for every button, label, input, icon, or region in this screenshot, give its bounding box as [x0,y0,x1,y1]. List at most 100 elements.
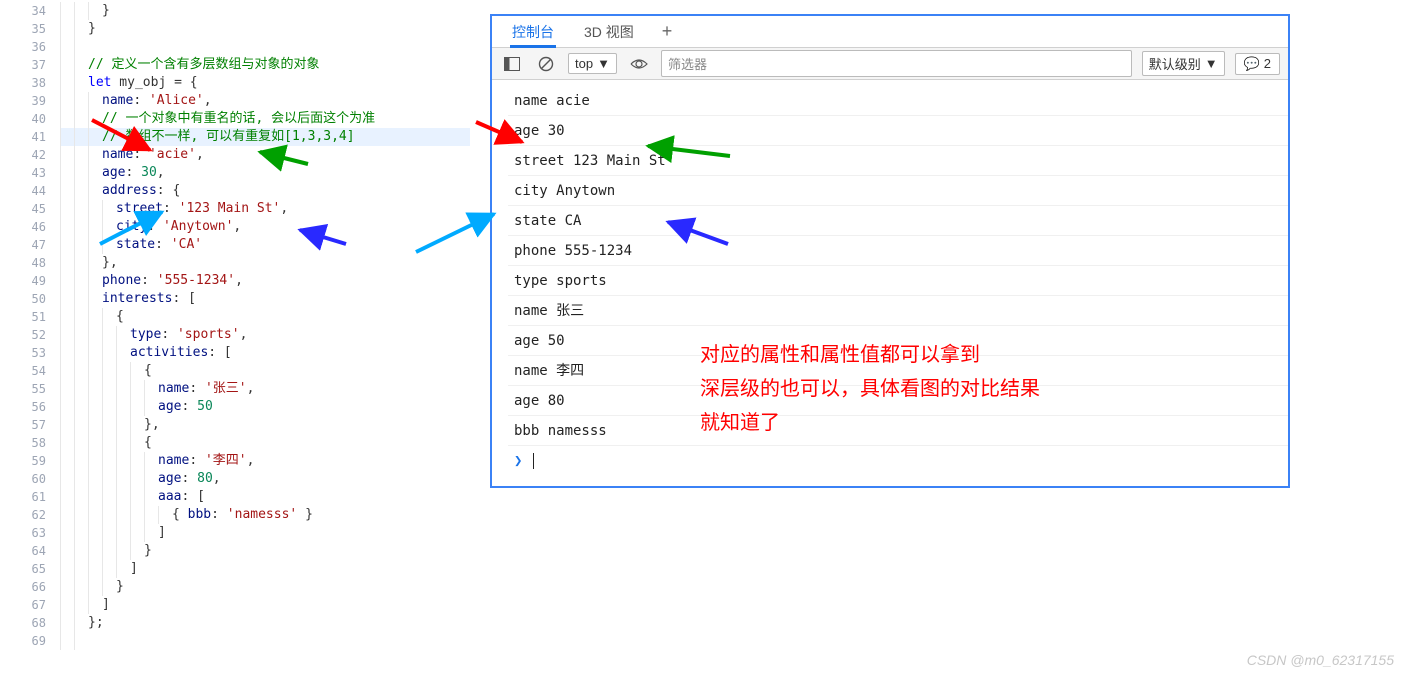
console-log-row[interactable]: state CA [508,206,1288,236]
code-line[interactable]: aaa: [ [60,488,470,506]
devtools-tabs: 控制台 3D 视图 + [492,16,1288,48]
line-number: 54 [0,362,60,380]
console-prompt[interactable] [508,446,1288,476]
code-line[interactable]: phone: '555-1234', [60,272,470,290]
line-number: 47 [0,236,60,254]
code-line[interactable]: address: { [60,182,470,200]
code-line[interactable]: { [60,308,470,326]
code-editor[interactable]: 3435363738394041424344454647484950515253… [0,0,470,660]
watermark: CSDN @m0_62317155 [1247,652,1394,668]
console-log-row[interactable]: phone 555-1234 [508,236,1288,266]
console-log-output[interactable]: name acieage 30street 123 Main Stcity An… [492,80,1288,486]
code-line[interactable]: age: 80, [60,470,470,488]
console-log-row[interactable]: street 123 Main St [508,146,1288,176]
console-log-row[interactable]: type sports [508,266,1288,296]
line-number-gutter: 3435363738394041424344454647484950515253… [0,0,60,650]
issues-badge[interactable]: 💬 2 [1235,53,1280,75]
line-number: 40 [0,110,60,128]
line-number: 42 [0,146,60,164]
line-number: 55 [0,380,60,398]
context-select[interactable]: top ▼ [568,53,617,74]
line-number: 68 [0,614,60,632]
line-number: 59 [0,452,60,470]
code-line[interactable]: } [60,2,470,20]
code-line[interactable]: } [60,578,470,596]
code-line[interactable]: ] [60,596,470,614]
code-line[interactable]: }; [60,614,470,632]
code-line[interactable]: type: 'sports', [60,326,470,344]
sidebar-toggle-icon[interactable] [500,53,524,75]
code-line[interactable]: age: 30, [60,164,470,182]
line-number: 34 [0,2,60,20]
code-line[interactable]: } [60,542,470,560]
code-line[interactable]: age: 50 [60,398,470,416]
code-area[interactable]: }}// 定义一个含有多层数组与对象的对象let my_obj = {name:… [60,0,470,650]
code-line[interactable]: activities: [ [60,344,470,362]
code-line[interactable]: state: 'CA' [60,236,470,254]
code-line[interactable]: let my_obj = { [60,74,470,92]
log-level-label: 默认级别 [1149,54,1201,73]
console-log-row[interactable]: age 50 [508,326,1288,356]
console-log-row[interactable]: city Anytown [508,176,1288,206]
devtools-toolbar: top ▼ 筛选器 默认级别 ▼ 💬 2 [492,48,1288,80]
code-line[interactable]: }, [60,254,470,272]
line-number: 39 [0,92,60,110]
line-number: 63 [0,524,60,542]
issues-count: 2 [1264,56,1271,71]
code-line[interactable]: city: 'Anytown', [60,218,470,236]
log-level-select[interactable]: 默认级别 ▼ [1142,51,1225,76]
console-log-row[interactable]: name 李四 [508,356,1288,386]
code-line[interactable]: ] [60,524,470,542]
line-number: 61 [0,488,60,506]
line-number: 41 [0,128,60,146]
console-log-row[interactable]: name acie [508,86,1288,116]
console-log-row[interactable]: age 80 [508,386,1288,416]
line-number: 37 [0,56,60,74]
code-line[interactable]: name: '李四', [60,452,470,470]
line-number: 53 [0,344,60,362]
code-line[interactable] [60,38,470,56]
clear-console-icon[interactable] [534,53,558,75]
line-number: 50 [0,290,60,308]
line-number: 56 [0,398,60,416]
filter-input[interactable]: 筛选器 [661,50,1132,77]
code-line[interactable]: { [60,434,470,452]
live-expression-icon[interactable] [627,53,651,75]
code-line[interactable]: ] [60,560,470,578]
code-line[interactable]: // 一个对象中有重名的话, 会以后面这个为准 [60,110,470,128]
console-log-row[interactable]: bbb namesss [508,416,1288,446]
line-number: 45 [0,200,60,218]
code-line[interactable] [60,632,470,650]
line-number: 69 [0,632,60,650]
line-number: 66 [0,578,60,596]
code-line[interactable]: interests: [ [60,290,470,308]
message-icon: 💬 [1244,56,1260,72]
line-number: 46 [0,218,60,236]
line-number: 35 [0,20,60,38]
code-line[interactable]: }, [60,416,470,434]
devtools-panel: 控制台 3D 视图 + top ▼ 筛选器 默认级别 ▼ 💬 2 name ac… [490,14,1290,488]
code-line[interactable]: street: '123 Main St', [60,200,470,218]
line-number: 67 [0,596,60,614]
code-line[interactable]: { bbb: 'namesss' } [60,506,470,524]
add-tab-icon[interactable]: + [662,21,673,42]
console-log-row[interactable]: age 30 [508,116,1288,146]
code-line[interactable]: { [60,362,470,380]
chevron-down-icon: ▼ [597,56,610,71]
code-line[interactable]: name: 'Alice', [60,92,470,110]
line-number: 38 [0,74,60,92]
tab-console[interactable]: 控制台 [510,16,556,48]
line-number: 62 [0,506,60,524]
code-line[interactable]: name: 'acie', [60,146,470,164]
code-line[interactable]: name: '张三', [60,380,470,398]
line-number: 36 [0,38,60,56]
line-number: 43 [0,164,60,182]
line-number: 57 [0,416,60,434]
code-line[interactable]: // 数组不一样, 可以有重复如[1,3,3,4] [60,128,470,146]
line-number: 52 [0,326,60,344]
code-line[interactable]: // 定义一个含有多层数组与对象的对象 [60,56,470,74]
tab-3dview[interactable]: 3D 视图 [582,16,636,48]
console-log-row[interactable]: name 张三 [508,296,1288,326]
chevron-down-icon: ▼ [1205,56,1218,71]
code-line[interactable]: } [60,20,470,38]
